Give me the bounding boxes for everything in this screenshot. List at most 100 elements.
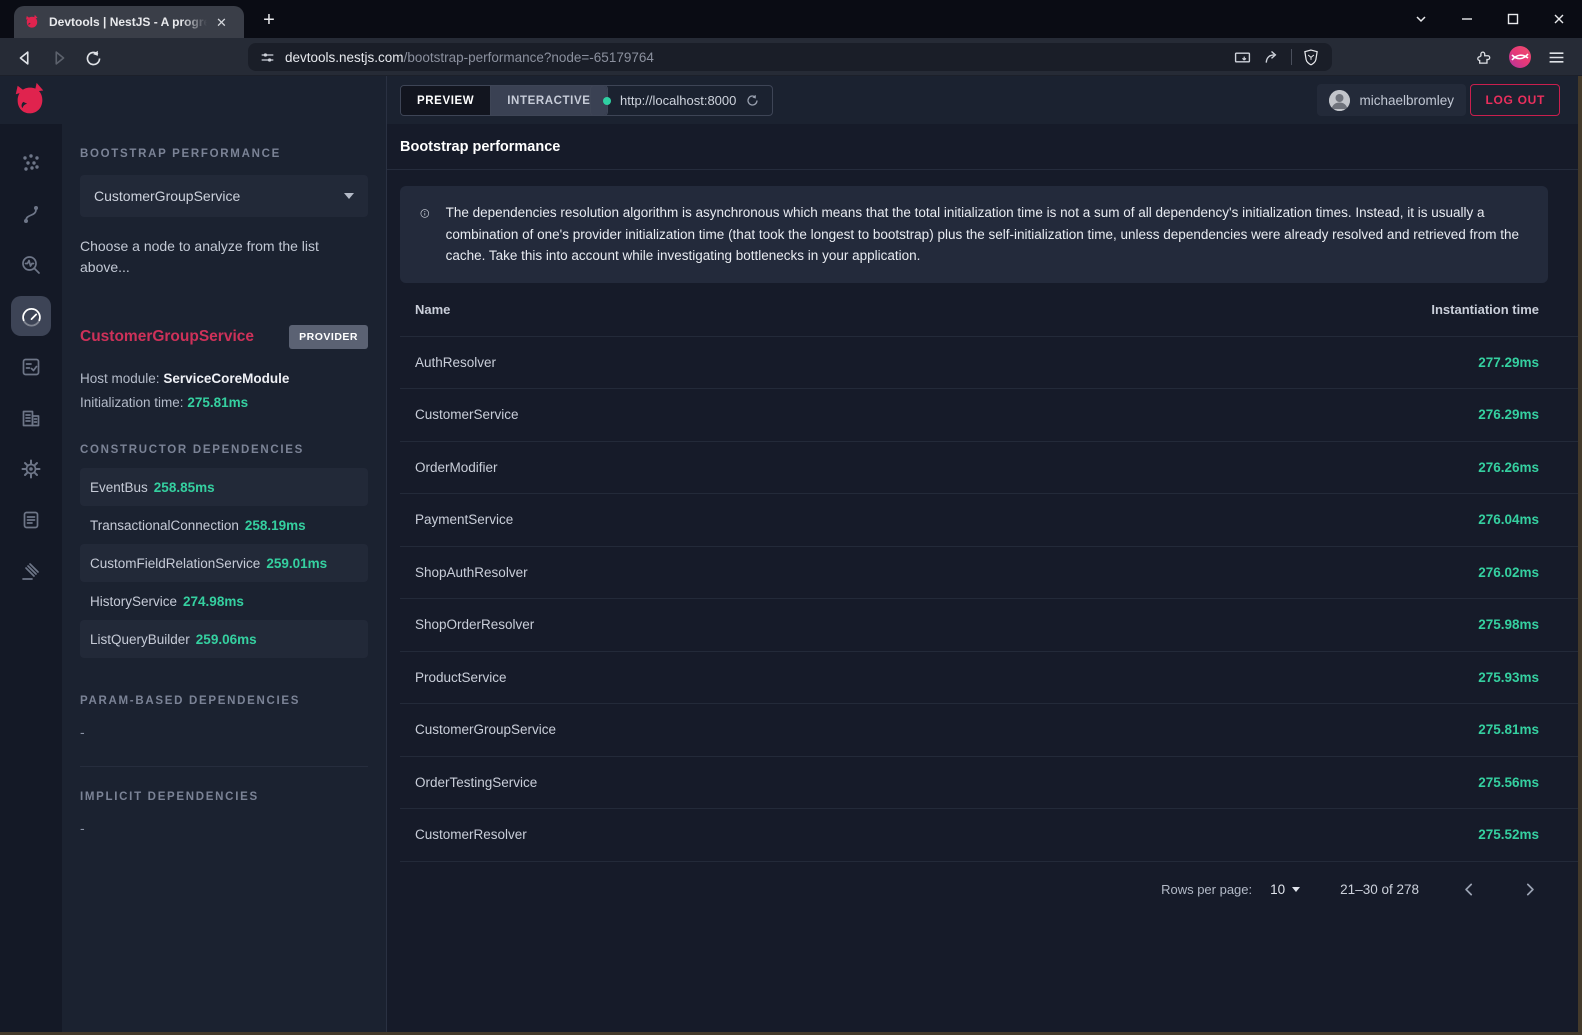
extensions-icon[interactable] bbox=[1474, 48, 1493, 67]
dependency-name: EventBus bbox=[90, 480, 148, 495]
share-icon[interactable] bbox=[1262, 48, 1281, 67]
target-url-box[interactable]: http://localhost:8000 bbox=[590, 85, 773, 116]
main-content: Bootstrap performance The dependencies r… bbox=[387, 124, 1578, 1032]
brave-shield-icon[interactable] bbox=[1302, 48, 1320, 66]
row-name: CustomerService bbox=[415, 407, 519, 422]
table-row[interactable]: CustomerGroupService 275.81ms bbox=[400, 704, 1578, 757]
refresh-icon[interactable] bbox=[745, 93, 760, 108]
dependency-name: ListQueryBuilder bbox=[90, 632, 190, 647]
settings-gear-icon[interactable] bbox=[11, 449, 51, 489]
dependency-name: TransactionalConnection bbox=[90, 518, 239, 533]
modules-icon[interactable] bbox=[11, 398, 51, 438]
dependency-item[interactable]: ListQueryBuilder 259.06ms bbox=[80, 620, 368, 658]
table-row[interactable]: OrderModifier 276.26ms bbox=[400, 442, 1578, 495]
tab-preview[interactable]: PREVIEW bbox=[401, 86, 490, 115]
panel-main-divider bbox=[386, 76, 387, 1032]
table-row[interactable]: CustomerService 276.29ms bbox=[400, 389, 1578, 442]
table-row[interactable]: OrderTestingService 275.56ms bbox=[400, 757, 1578, 810]
row-name: ShopOrderResolver bbox=[415, 617, 534, 632]
table-row[interactable]: ProductService 275.93ms bbox=[400, 652, 1578, 705]
gauge-icon[interactable] bbox=[11, 296, 51, 336]
checklist-icon[interactable] bbox=[11, 347, 51, 387]
chevron-down-icon bbox=[344, 193, 354, 199]
nestjs-favicon bbox=[24, 14, 40, 30]
search-insights-icon[interactable] bbox=[11, 245, 51, 285]
window-chevron-down-icon[interactable] bbox=[1398, 0, 1444, 38]
panel-section-title: BOOTSTRAP PERFORMANCE bbox=[80, 148, 368, 160]
table-row[interactable]: ShopAuthResolver 276.02ms bbox=[400, 547, 1578, 600]
routes-icon[interactable] bbox=[11, 194, 51, 234]
user-avatar bbox=[1329, 90, 1350, 111]
constructor-deps-title: CONSTRUCTOR DEPENDENCIES bbox=[80, 444, 368, 456]
provider-badge: PROVIDER bbox=[289, 325, 368, 349]
target-url: http://localhost:8000 bbox=[620, 93, 736, 108]
connection-status-dot bbox=[603, 97, 611, 105]
page-range: 21–30 of 278 bbox=[1340, 882, 1419, 897]
install-app-icon[interactable] bbox=[1233, 48, 1252, 67]
row-name: PaymentService bbox=[415, 512, 513, 527]
window-minimize-icon[interactable] bbox=[1444, 0, 1490, 38]
window-close-icon[interactable] bbox=[1536, 0, 1582, 38]
row-name: CustomerResolver bbox=[415, 827, 527, 842]
window-maximize-icon[interactable] bbox=[1490, 0, 1536, 38]
browser-tab[interactable]: Devtools | NestJS - A progressive ✕ bbox=[14, 6, 244, 38]
tab-close-icon[interactable]: ✕ bbox=[216, 16, 227, 29]
toolbar-separator bbox=[1291, 49, 1292, 65]
table-body: AuthResolver 277.29ms CustomerService 27… bbox=[400, 337, 1578, 862]
username: michaelbromley bbox=[1359, 93, 1454, 108]
reload-icon[interactable] bbox=[80, 45, 106, 71]
row-name: CustomerGroupService bbox=[415, 722, 556, 737]
row-name: OrderTestingService bbox=[415, 775, 537, 790]
user-chip[interactable]: michaelbromley bbox=[1317, 84, 1466, 116]
previous-page-icon[interactable] bbox=[1459, 880, 1479, 900]
dependency-item[interactable]: HistoryService 274.98ms bbox=[80, 582, 368, 620]
tab-title: Devtools | NestJS - A progressive bbox=[49, 15, 207, 29]
table-row[interactable]: CustomerResolver 275.52ms bbox=[400, 809, 1578, 862]
nestjs-logo bbox=[11, 81, 49, 119]
profile-avatar[interactable] bbox=[1508, 45, 1532, 69]
dependency-item[interactable]: TransactionalConnection 258.19ms bbox=[80, 506, 368, 544]
dependency-time: 258.19ms bbox=[245, 518, 306, 533]
row-time: 276.26ms bbox=[1478, 460, 1539, 475]
next-page-icon[interactable] bbox=[1519, 880, 1539, 900]
dependency-time: 259.06ms bbox=[196, 632, 257, 647]
new-tab-button[interactable]: + bbox=[255, 7, 283, 33]
table-row[interactable]: PaymentService 276.04ms bbox=[400, 494, 1578, 547]
row-name: OrderModifier bbox=[415, 460, 498, 475]
table-header: Name Instantiation time bbox=[400, 283, 1578, 337]
dependency-name: HistoryService bbox=[90, 594, 177, 609]
node-select-value: CustomerGroupService bbox=[94, 188, 344, 204]
table-row[interactable]: AuthResolver 277.29ms bbox=[400, 337, 1578, 390]
page-title: Bootstrap performance bbox=[387, 124, 1578, 170]
url-bar[interactable]: devtools.nestjs.com/bootstrap-performanc… bbox=[248, 43, 1332, 71]
row-time: 276.29ms bbox=[1478, 407, 1539, 422]
constructor-deps-list: EventBus 258.85ms TransactionalConnectio… bbox=[80, 468, 368, 658]
info-text: The dependencies resolution algorithm is… bbox=[446, 202, 1528, 267]
implicit-deps-value: - bbox=[80, 820, 368, 836]
dependency-name: CustomFieldRelationService bbox=[90, 556, 260, 571]
url-text: devtools.nestjs.com/bootstrap-performanc… bbox=[285, 50, 654, 65]
app-header: PREVIEW INTERACTIVE http://localhost:800… bbox=[0, 76, 1578, 124]
column-name: Name bbox=[415, 302, 450, 317]
menu-icon[interactable] bbox=[1547, 48, 1566, 67]
node-select[interactable]: CustomerGroupService bbox=[80, 175, 368, 217]
rows-per-page-select[interactable]: 10 bbox=[1270, 882, 1300, 897]
forward-icon[interactable] bbox=[46, 45, 72, 71]
dependency-item[interactable]: EventBus 258.85ms bbox=[80, 468, 368, 506]
dependency-time: 259.01ms bbox=[266, 556, 327, 571]
param-deps-title: PARAM-BASED DEPENDENCIES bbox=[80, 695, 368, 707]
site-settings-icon[interactable] bbox=[260, 50, 275, 65]
row-time: 275.81ms bbox=[1478, 722, 1539, 737]
row-time: 276.04ms bbox=[1478, 512, 1539, 527]
table-row[interactable]: ShopOrderResolver 275.98ms bbox=[400, 599, 1578, 652]
back-icon[interactable] bbox=[12, 45, 38, 71]
gavel-icon[interactable] bbox=[11, 551, 51, 591]
row-time: 276.02ms bbox=[1478, 565, 1539, 580]
graph-nodes-icon[interactable] bbox=[11, 143, 51, 183]
dependency-item[interactable]: CustomFieldRelationService 259.01ms bbox=[80, 544, 368, 582]
document-icon[interactable] bbox=[11, 500, 51, 540]
logout-button[interactable]: LOG OUT bbox=[1470, 84, 1560, 116]
dependency-time: 258.85ms bbox=[154, 480, 215, 495]
rows-per-page-label: Rows per page: bbox=[1161, 882, 1252, 897]
row-name: ShopAuthResolver bbox=[415, 565, 528, 580]
